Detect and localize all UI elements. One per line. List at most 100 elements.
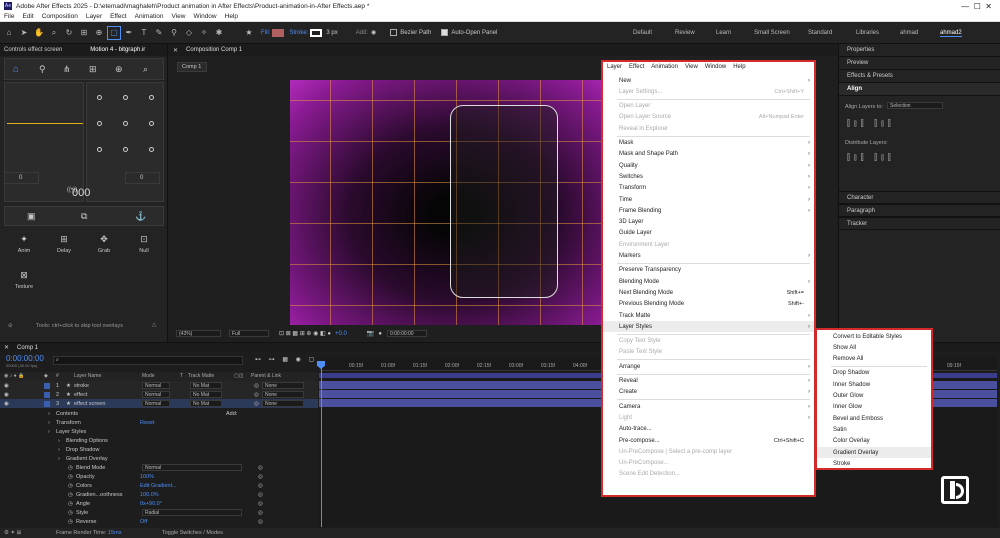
property-value[interactable]: 100% bbox=[140, 474, 154, 480]
workspace-review[interactable]: Review bbox=[675, 30, 695, 36]
menu-animation[interactable]: Animation bbox=[135, 13, 164, 20]
menu-tab-help[interactable]: Help bbox=[733, 64, 745, 74]
type-tool-icon[interactable]: T bbox=[138, 27, 150, 39]
property-row[interactable]: › Layer Styles bbox=[0, 427, 318, 436]
menu-item-arrange[interactable]: Arrange › bbox=[603, 361, 814, 372]
rotate-tool-icon[interactable]: ↻ bbox=[63, 27, 75, 39]
layer-row[interactable]: ◉ 3 ★ effect screen Normal No Mat ◎ None bbox=[0, 399, 318, 408]
search-motion-icon[interactable]: ⌕ bbox=[143, 64, 148, 75]
anchor-dot[interactable] bbox=[149, 147, 154, 152]
anchor-dot[interactable] bbox=[123, 95, 128, 100]
layer-row[interactable]: ◉ 2 ★ effect Normal No Mat ◎ None bbox=[0, 390, 318, 399]
property-row[interactable]: ◷ Reverse Off ◎ bbox=[0, 517, 318, 526]
menu-tab-animation[interactable]: Animation bbox=[651, 64, 678, 74]
auto-open-checkbox[interactable] bbox=[441, 29, 449, 36]
expand-chevron-icon[interactable]: › bbox=[58, 456, 60, 462]
workspace-default[interactable]: Default bbox=[633, 30, 652, 36]
zoom-tool-icon[interactable]: ⌕ bbox=[48, 27, 60, 39]
menu-item-switches[interactable]: Switches › bbox=[603, 171, 814, 182]
panel-effects-presets[interactable]: Effects & Presets bbox=[839, 70, 1000, 83]
label-color[interactable] bbox=[44, 382, 50, 389]
anchor-dot[interactable] bbox=[123, 121, 128, 126]
bezier-checkbox[interactable] bbox=[390, 29, 398, 36]
hand-tool-icon[interactable]: ✋ bbox=[33, 27, 45, 39]
expand-chevron-icon[interactable]: › bbox=[48, 429, 50, 435]
split-icon[interactable]: ⧉ bbox=[81, 211, 87, 222]
property-row[interactable]: ◷ Colors Edit Gradient... ◎ bbox=[0, 481, 318, 490]
clone-tool-icon[interactable]: ⚲ bbox=[168, 27, 180, 39]
menu-edit[interactable]: Edit bbox=[22, 13, 33, 20]
expand-chevron-icon[interactable]: › bbox=[58, 447, 60, 453]
brush-tool-icon[interactable]: ✎ bbox=[153, 27, 165, 39]
align-to-select[interactable]: Selection bbox=[887, 102, 943, 109]
timeline-timecode[interactable]: 0:00:00:00 bbox=[6, 354, 44, 363]
workspace-learn[interactable]: Learn bbox=[716, 30, 731, 36]
menu-item-stroke[interactable]: Stroke bbox=[817, 458, 931, 469]
visibility-icon[interactable]: ◉ bbox=[4, 401, 9, 407]
panel-tracker[interactable]: Tracker bbox=[839, 217, 1000, 230]
menu-item-inner-shadow[interactable]: Inner Shadow bbox=[817, 379, 931, 390]
expand-chevron-icon[interactable]: › bbox=[48, 411, 50, 417]
label-color[interactable] bbox=[44, 391, 50, 398]
anchor-tool-icon[interactable]: ⊕ bbox=[93, 27, 105, 39]
menu-item-new[interactable]: New › bbox=[603, 75, 814, 86]
value-left[interactable]: 0 bbox=[4, 172, 39, 184]
panel-align[interactable]: Align bbox=[839, 83, 1000, 96]
layer-row[interactable]: ◉ 1 ★ stroke Normal No Mat ◎ None bbox=[0, 381, 318, 390]
parent-select[interactable]: None bbox=[262, 391, 304, 398]
anchor-icon[interactable]: ⚓ bbox=[135, 211, 146, 222]
pickwhip-icon[interactable]: ◎ bbox=[254, 401, 259, 407]
menu-help[interactable]: Help bbox=[225, 13, 238, 20]
tab-controls[interactable]: Controls effect screen bbox=[0, 47, 66, 53]
stroke-width[interactable]: 3 px bbox=[326, 30, 337, 36]
link-icon[interactable]: ◎ bbox=[258, 519, 263, 525]
add-icon[interactable]: ◉ bbox=[371, 29, 376, 36]
menu-item-show-all[interactable]: Show All bbox=[817, 342, 931, 353]
menu-view[interactable]: View bbox=[172, 13, 186, 20]
pen-tool-icon[interactable]: ✒ bbox=[123, 27, 135, 39]
panel-preview[interactable]: Preview bbox=[839, 57, 1000, 70]
roto-tool-icon[interactable]: ✧ bbox=[198, 27, 210, 39]
layers-icon[interactable]: ▣ bbox=[27, 211, 36, 222]
mode-select[interactable]: Normal bbox=[142, 382, 170, 389]
value-right[interactable]: 0 bbox=[125, 172, 160, 184]
distribute-icons[interactable]: ⫿⫾⫿ ⫿⫾⫿ bbox=[847, 152, 895, 163]
pickwhip-icon[interactable]: ◎ bbox=[254, 383, 259, 389]
property-row[interactable]: ◷ Style Radial ◎ bbox=[0, 508, 318, 517]
anchor-dot[interactable] bbox=[149, 121, 154, 126]
property-row[interactable]: › Contents Add: bbox=[0, 409, 318, 418]
property-value[interactable]: 100.0% bbox=[140, 492, 159, 498]
tab-motion[interactable]: Motion 4 - bitgraph.ir bbox=[86, 47, 149, 53]
current-time[interactable]: 0:00:00:00 bbox=[386, 330, 427, 337]
menu-item-remove-all[interactable]: Remove All bbox=[817, 354, 931, 365]
visibility-icon[interactable]: ◉ bbox=[4, 383, 9, 389]
menu-layer[interactable]: Layer bbox=[86, 13, 102, 20]
home-motion-icon[interactable]: ⌂ bbox=[13, 64, 19, 75]
anchor-dot[interactable] bbox=[97, 95, 102, 100]
property-row[interactable]: › Transform Reset bbox=[0, 418, 318, 427]
anchor-dot[interactable] bbox=[97, 121, 102, 126]
link-icon[interactable]: ◎ bbox=[258, 501, 263, 507]
menu-item-outer-glow[interactable]: Outer Glow bbox=[817, 391, 931, 402]
panel-properties[interactable]: Properties bbox=[839, 44, 1000, 57]
stopwatch-icon[interactable]: ◷ bbox=[68, 465, 73, 471]
layer-name[interactable]: effect screen bbox=[74, 401, 105, 407]
expand-chevron-icon[interactable]: › bbox=[58, 438, 60, 444]
menu-effect[interactable]: Effect bbox=[110, 13, 127, 20]
trim-icon[interactable]: ⋔ bbox=[63, 64, 71, 75]
timeline-close-icon[interactable]: ✕ bbox=[0, 344, 13, 351]
eraser-tool-icon[interactable]: ◇ bbox=[183, 27, 195, 39]
menu-item-guide-layer[interactable]: Guide Layer bbox=[603, 228, 814, 239]
stopwatch-icon[interactable]: ◷ bbox=[68, 492, 73, 498]
panel-character[interactable]: Character bbox=[839, 191, 1000, 204]
layer-name[interactable]: stroke bbox=[74, 383, 89, 389]
zoom-select[interactable]: (43%) bbox=[176, 330, 221, 337]
anchor-dot[interactable] bbox=[123, 147, 128, 152]
layer-name[interactable]: effect bbox=[74, 392, 87, 398]
menu-item-satin[interactable]: Satin bbox=[817, 424, 931, 435]
stopwatch-icon[interactable]: ◷ bbox=[68, 474, 73, 480]
comp-breadcrumb[interactable]: Comp 1 bbox=[177, 62, 207, 72]
align-icons[interactable]: ⫿⫾⫿ ⫿⫾⫿ bbox=[847, 118, 895, 129]
property-row[interactable]: ◷ Gradien...oothness 100.0% ◎ bbox=[0, 490, 318, 499]
property-value[interactable]: Add: bbox=[226, 411, 237, 417]
